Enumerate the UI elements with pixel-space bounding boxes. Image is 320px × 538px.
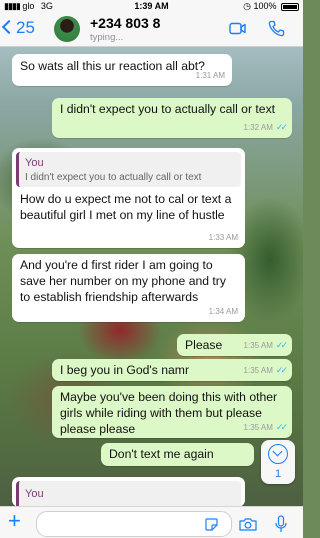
message-bubble[interactable]: You <box>12 477 245 509</box>
message-time: 1:35 AM <box>243 366 273 375</box>
status-bar: ▮▮▮▮ glo 3G 1:39 AM ◷ 100% <box>0 0 303 12</box>
read-ticks-icon: ✓✓ <box>275 122 288 132</box>
quote-author: You <box>25 157 44 169</box>
typing-status: typing... <box>90 32 124 43</box>
message-text: How do u expect me not to cal or text a … <box>20 192 232 222</box>
message-text: So wats all this ur reaction all abt? <box>20 59 205 73</box>
message-text: And you're d first rider I am going to s… <box>20 258 226 304</box>
message-time: 1:31 AM <box>195 71 225 80</box>
quote-author: You <box>25 488 44 500</box>
back-button[interactable]: 25 <box>1 18 35 38</box>
back-count: 25 <box>16 18 35 37</box>
video-call-icon[interactable] <box>229 22 246 35</box>
message-input[interactable] <box>36 511 232 537</box>
message-time: 1:32 AM <box>243 123 273 132</box>
message-text: Don't text me again <box>109 447 214 461</box>
read-ticks-icon: ✓✓ <box>275 422 288 432</box>
message-time: 1:35 AM <box>243 341 273 350</box>
message-bubble[interactable]: You I didn't expect you to actually call… <box>12 148 245 248</box>
message-bubble[interactable]: Please 1:35 AM ✓✓ <box>177 334 292 356</box>
read-ticks-icon: ✓✓ <box>275 340 288 350</box>
microphone-icon[interactable] <box>275 515 287 533</box>
message-time: 1:34 AM <box>208 307 238 316</box>
chevron-down-icon <box>268 444 288 464</box>
message-text: I didn't expect you to actually call or … <box>60 102 276 116</box>
message-time: 1:33 AM <box>208 233 238 242</box>
scroll-to-bottom-button[interactable]: 1 <box>261 440 295 484</box>
message-bubble[interactable]: I beg you in God's namr 1:35 AM ✓✓ <box>52 359 292 381</box>
phone-call-icon[interactable] <box>268 20 285 37</box>
plus-icon[interactable]: + <box>8 510 21 532</box>
message-text: I beg you in God's namr <box>60 363 190 377</box>
battery-label: 100% <box>253 1 277 11</box>
camera-icon[interactable] <box>239 518 257 531</box>
quoted-message[interactable]: You <box>16 481 241 509</box>
message-bubble[interactable]: Maybe you've been doing this with other … <box>52 386 292 438</box>
message-bubble[interactable]: And you're d first rider I am going to s… <box>12 254 245 322</box>
quote-text: I didn't expect you to actually call or … <box>25 172 202 183</box>
read-ticks-icon: ✓✓ <box>275 365 288 375</box>
message-bubble[interactable]: So wats all this ur reaction all abt? 1:… <box>12 54 232 86</box>
contact-avatar[interactable] <box>54 16 80 42</box>
message-text: Please <box>185 338 223 352</box>
battery-icon <box>281 2 299 11</box>
message-bubble[interactable]: Don't text me again <box>101 443 254 466</box>
unread-count-badge: 1 <box>274 468 282 480</box>
chevron-left-icon <box>1 19 17 35</box>
message-bubble[interactable]: I didn't expect you to actually call or … <box>52 98 292 138</box>
message-time: 1:35 AM <box>243 423 273 432</box>
contact-name[interactable]: +234 803 8 <box>90 15 160 31</box>
quoted-message[interactable]: You I didn't expect you to actually call… <box>16 152 241 187</box>
sticker-icon[interactable] <box>205 518 218 531</box>
chat-header: 25 +234 803 8 typing... <box>0 12 303 47</box>
alarm-icon: ◷ <box>243 1 251 11</box>
message-input-bar: + <box>0 506 303 538</box>
